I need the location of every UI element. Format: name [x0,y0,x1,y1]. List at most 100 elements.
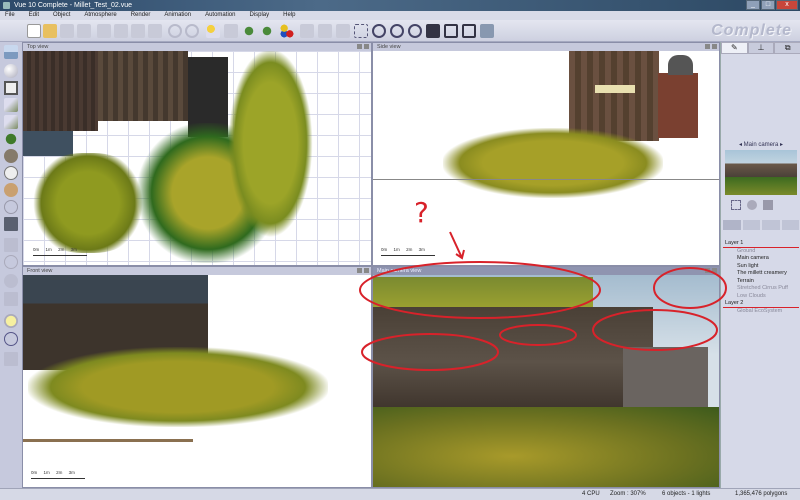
minimize-button[interactable]: _ [746,0,760,10]
menu-render[interactable]: Render [131,11,151,20]
menu-edit[interactable]: Edit [29,11,39,20]
symmetric-terrain-icon[interactable] [4,115,18,129]
menu-animation[interactable]: Animation [164,11,191,20]
frame-icon[interactable] [462,24,476,38]
align-icon[interactable] [318,24,332,38]
planet-icon[interactable] [4,183,18,197]
viewport-maximize-icon[interactable] [712,268,717,273]
water-tower-object [658,73,698,138]
tree-item[interactable]: Main camera [723,255,799,263]
menu-file[interactable]: File [5,11,15,20]
zoom-in-icon[interactable] [372,24,386,38]
save-as-icon[interactable] [77,24,91,38]
import-object-icon[interactable] [4,217,18,231]
open-folder-icon[interactable] [43,24,57,38]
side-viewport[interactable]: Side view 0m 1m 2m 3m [372,42,720,266]
tree-item[interactable]: Terrain [723,278,799,286]
main-toolbar: Complete [0,20,800,42]
rotate-camera-icon[interactable] [747,200,757,210]
menu-automation[interactable]: Automation [205,11,235,20]
viewport-options-icon[interactable] [357,268,362,273]
ground-plane [23,439,193,442]
tree-item[interactable]: Stretched Cirrus Puff [723,285,799,293]
menu-atmosphere[interactable]: Atmosphere [84,11,116,20]
metablob-icon[interactable] [4,255,18,269]
tree-item[interactable]: Ground [723,248,799,256]
boolean-icon[interactable] [4,238,18,252]
viewport-maximize-icon[interactable] [364,44,369,49]
top-viewport[interactable]: Top view 0m 1m 2m 3m [22,42,372,266]
terrain-icon[interactable] [4,98,18,112]
save-icon[interactable] [60,24,74,38]
menu-help[interactable]: Help [283,11,295,20]
viewport-maximize-icon[interactable] [712,44,717,49]
hypertexture-icon[interactable] [4,292,18,306]
cloud-icon[interactable] [224,24,238,38]
camera-preview-header: ◂ Main camera ▸ [738,142,784,148]
scale-bar: 0m 1m 2m 3m [31,470,85,479]
zoom-out-icon[interactable] [390,24,404,38]
spline-icon[interactable] [4,200,18,214]
ecosystem-icon[interactable] [260,24,274,38]
scale-icon[interactable] [336,24,350,38]
camera-object-icon[interactable] [4,332,18,346]
viewport-options-icon[interactable] [705,44,710,49]
objects-tab-icon[interactable] [723,220,741,230]
redo-icon[interactable] [185,24,199,38]
layer-item[interactable]: Layer 2 [723,300,799,308]
viewport-options-icon[interactable] [357,44,362,49]
plant-icon[interactable] [4,132,18,146]
links-tab-icon[interactable] [781,220,799,230]
close-button[interactable]: x [776,0,798,10]
new-file-icon[interactable] [27,24,41,38]
library-icon[interactable] [4,352,18,366]
cloud-icon[interactable] [4,166,18,180]
zoom-extents-icon[interactable] [408,24,422,38]
pan-icon[interactable] [731,200,741,210]
camera-icon[interactable] [444,24,458,38]
water-tank-object [668,55,693,75]
play-icon[interactable] [763,200,773,210]
rock-icon[interactable] [4,149,18,163]
tab-links[interactable]: ⧉ [774,42,800,54]
foliage [228,48,313,238]
tree-item[interactable]: The millett creamery [723,270,799,278]
menu-object[interactable]: Object [53,11,70,20]
tab-numerics[interactable]: ⊥ [747,42,775,54]
tree-item[interactable]: Sun light [723,263,799,271]
camera-viewport[interactable]: Main camera view [372,266,720,488]
tree-item[interactable]: Global EcoSystem [723,308,799,316]
viewport-maximize-icon[interactable] [364,268,369,273]
atmosphere-icon[interactable] [206,24,220,38]
right-panel: ✎ ⊥ ⧉ ◂ Main camera ▸ Layer 1 Ground Main … [720,42,800,488]
render-icon[interactable] [300,24,314,38]
tree-item[interactable]: Low Clouds [723,293,799,301]
sphere-icon[interactable] [4,64,18,78]
status-bar: 4 CPU Zoom : 307% 6 objects - 1 lights 1… [0,488,800,500]
water-plane-icon[interactable] [4,45,18,59]
tab-aspect[interactable]: ✎ [721,42,748,54]
building-object [98,51,188,121]
paste-icon[interactable] [131,24,145,38]
layer-item[interactable]: Layer 1 [723,240,799,248]
light-icon[interactable] [4,314,18,328]
materials-tab-icon[interactable] [742,220,760,230]
camera-selector[interactable]: Main camera [744,142,779,148]
zoom-region-icon[interactable] [354,24,368,38]
material-icon[interactable] [280,24,294,38]
viewport-options-icon[interactable] [705,268,710,273]
menu-display[interactable]: Display [249,11,269,20]
text-icon[interactable] [4,81,18,95]
undo-icon[interactable] [168,24,182,38]
window-title: Vue 10 Complete - Millet_Test_02.vue [14,2,133,9]
plant-icon[interactable] [242,24,256,38]
cut-icon[interactable] [97,24,111,38]
views-icon[interactable] [480,24,494,38]
layers-tab-icon[interactable] [762,220,780,230]
duplicate-icon[interactable] [148,24,162,38]
group-icon[interactable] [4,274,18,288]
copy-icon[interactable] [114,24,128,38]
film-icon[interactable] [426,24,440,38]
maximize-button[interactable]: □ [761,0,775,10]
front-viewport[interactable]: Front view 0m 1m 2m 3m [22,266,372,488]
